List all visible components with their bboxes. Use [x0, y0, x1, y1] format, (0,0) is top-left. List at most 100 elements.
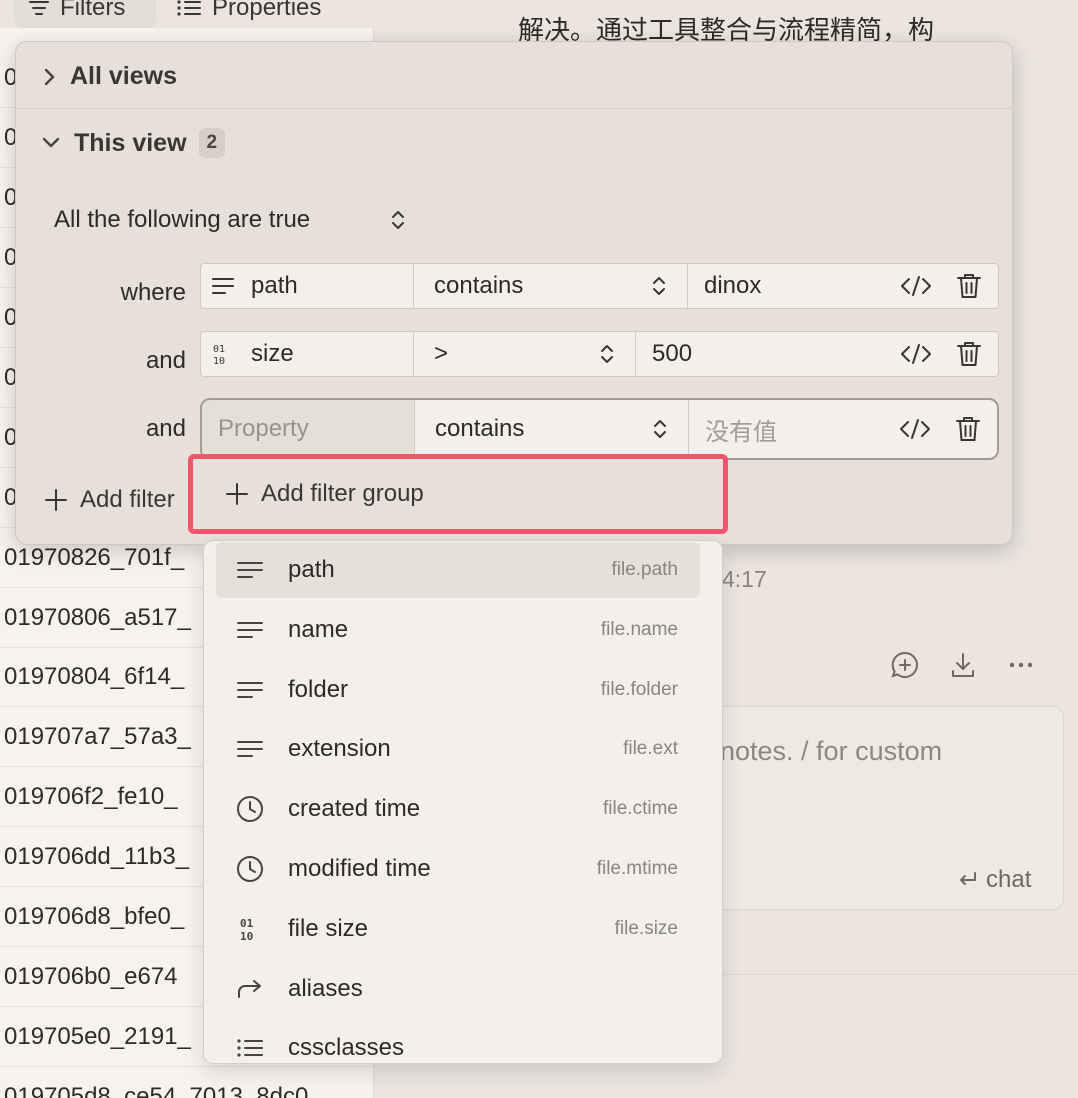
filter-row: path contains dinox: [200, 263, 999, 309]
dropdown-item-label: folder: [288, 675, 349, 703]
dropdown-item-file-size[interactable]: 01 10 file size file.size: [216, 901, 700, 957]
all-views-label: All views: [70, 62, 177, 90]
property-select[interactable]: 01 10 size: [201, 332, 414, 376]
dropdown-item-extension[interactable]: extension file.ext: [216, 721, 700, 777]
download-icon[interactable]: [948, 650, 978, 680]
trash-icon[interactable]: [956, 340, 982, 368]
dropdown-item-key: file.name: [600, 618, 678, 640]
chevron-right-icon: [40, 66, 58, 88]
code-icon[interactable]: [899, 417, 931, 441]
chat-placeholder: notes. / for custom: [720, 736, 943, 766]
this-view-label: This view: [74, 128, 187, 157]
section-divider: [16, 108, 1012, 109]
file-list-item[interactable]: 019705d8_ce54_7013_8dc0: [0, 1067, 374, 1098]
clock-icon: [232, 794, 268, 824]
add-filter-button[interactable]: Add filter: [44, 486, 196, 514]
dropdown-item-path[interactable]: path file.path: [216, 542, 700, 598]
row-connector-where: where: [120, 279, 186, 306]
value-text: 500: [652, 340, 693, 367]
plus-icon: [225, 482, 249, 506]
add-filter-group-label: Add filter group: [261, 480, 424, 507]
svg-text:10: 10: [240, 930, 253, 943]
property-placeholder: Property: [218, 415, 309, 442]
filter-row: 01 10 size > 500: [200, 331, 999, 377]
dropdown-item-key: file.ctime: [603, 798, 678, 820]
filter-row-editing: Property contains 没有值: [200, 398, 999, 460]
add-filter-group-button[interactable]: Add filter group: [188, 454, 728, 534]
operator-label: >: [434, 340, 449, 367]
operator-select[interactable]: contains: [414, 264, 688, 308]
pane-divider: [700, 974, 1078, 975]
text-lines-icon: [232, 558, 268, 582]
plus-icon: [44, 488, 68, 512]
filters-tab-label: Filters: [60, 0, 126, 21]
forward-arrow-icon: [232, 977, 268, 1001]
filter-popover: All views This view 2 All the following …: [15, 41, 1013, 545]
clock-icon: [232, 854, 268, 884]
chevron-down-icon: [40, 134, 62, 152]
svg-text:10: 10: [213, 356, 225, 366]
all-views-section[interactable]: All views: [40, 62, 177, 91]
chat-send-button[interactable]: chat: [956, 866, 1031, 894]
dropdown-item-aliases[interactable]: aliases: [216, 961, 700, 1017]
dropdown-item-label: modified time: [288, 855, 431, 882]
value-placeholder: 没有值: [705, 417, 777, 446]
binary-icon: 01 10: [232, 915, 268, 943]
value-input[interactable]: dinox: [688, 264, 998, 308]
text-lines-icon: [232, 618, 268, 642]
filter-count-badge: 2: [198, 128, 226, 158]
value-input[interactable]: 没有值: [689, 400, 997, 458]
list-icon: [176, 0, 202, 19]
value-text: dinox: [704, 272, 762, 299]
text-lines-icon: [232, 678, 268, 702]
conjunction-label: All the following are true: [54, 206, 311, 233]
chat-send-label: chat: [986, 866, 1032, 893]
dropdown-item-key: file.mtime: [596, 858, 678, 879]
property-select[interactable]: path: [201, 264, 414, 308]
value-input[interactable]: 500: [636, 332, 998, 376]
code-icon[interactable]: [900, 274, 932, 298]
binary-icon: 01 10: [211, 342, 235, 366]
dropdown-item-label: name: [288, 615, 349, 643]
dropdown-item-folder[interactable]: folder file.folder: [216, 662, 700, 718]
text-lines-icon: [232, 737, 268, 761]
code-icon[interactable]: [900, 342, 932, 366]
note-timestamp: 4:17: [722, 566, 767, 592]
dropdown-item-created-time[interactable]: created time file.ctime: [216, 781, 700, 837]
conjunction-select[interactable]: All the following are true: [54, 206, 406, 234]
up-down-chevron-icon: [599, 342, 615, 366]
row-connector-and: and: [145, 415, 186, 442]
trash-icon[interactable]: [955, 415, 981, 443]
filters-tab[interactable]: Filters: [14, 0, 156, 28]
operator-select[interactable]: contains: [415, 400, 689, 458]
dropdown-item-label: created time: [288, 795, 421, 823]
dropdown-item-label: file size: [288, 914, 369, 942]
add-comment-icon[interactable]: [890, 650, 920, 680]
dropdown-item-cssclasses[interactable]: cssclasses: [216, 1020, 700, 1063]
operator-label: contains: [434, 272, 524, 299]
row-connector-and: and: [145, 347, 186, 374]
property-dropdown: path file.path name file.name folder file.fol…: [203, 540, 723, 1064]
operator-label: contains: [435, 415, 525, 442]
operator-select[interactable]: >: [414, 332, 636, 376]
this-view-section[interactable]: This view 2: [40, 128, 226, 158]
properties-tab-label: Properties: [212, 0, 322, 21]
svg-text:01: 01: [240, 917, 254, 930]
dropdown-item-key: file.ext: [623, 738, 678, 760]
return-icon: [956, 870, 978, 890]
trash-icon[interactable]: [956, 272, 982, 300]
dropdown-item-label: path: [288, 556, 335, 583]
up-down-chevron-icon: [652, 417, 668, 441]
up-down-chevron-icon: [651, 274, 667, 298]
property-select[interactable]: Property: [202, 400, 415, 458]
filter-icon: [28, 0, 50, 19]
property-label: size: [251, 340, 294, 367]
more-icon[interactable]: [1006, 650, 1036, 680]
properties-tab[interactable]: Properties: [162, 0, 362, 28]
text-lines-icon: [211, 275, 235, 297]
note-actions: [890, 650, 1036, 680]
dropdown-item-modified-time[interactable]: modified time file.mtime: [216, 841, 700, 897]
add-filter-label: Add filter: [80, 486, 175, 513]
dropdown-item-name[interactable]: name file.name: [216, 602, 700, 658]
dropdown-item-label: aliases: [288, 974, 363, 1002]
